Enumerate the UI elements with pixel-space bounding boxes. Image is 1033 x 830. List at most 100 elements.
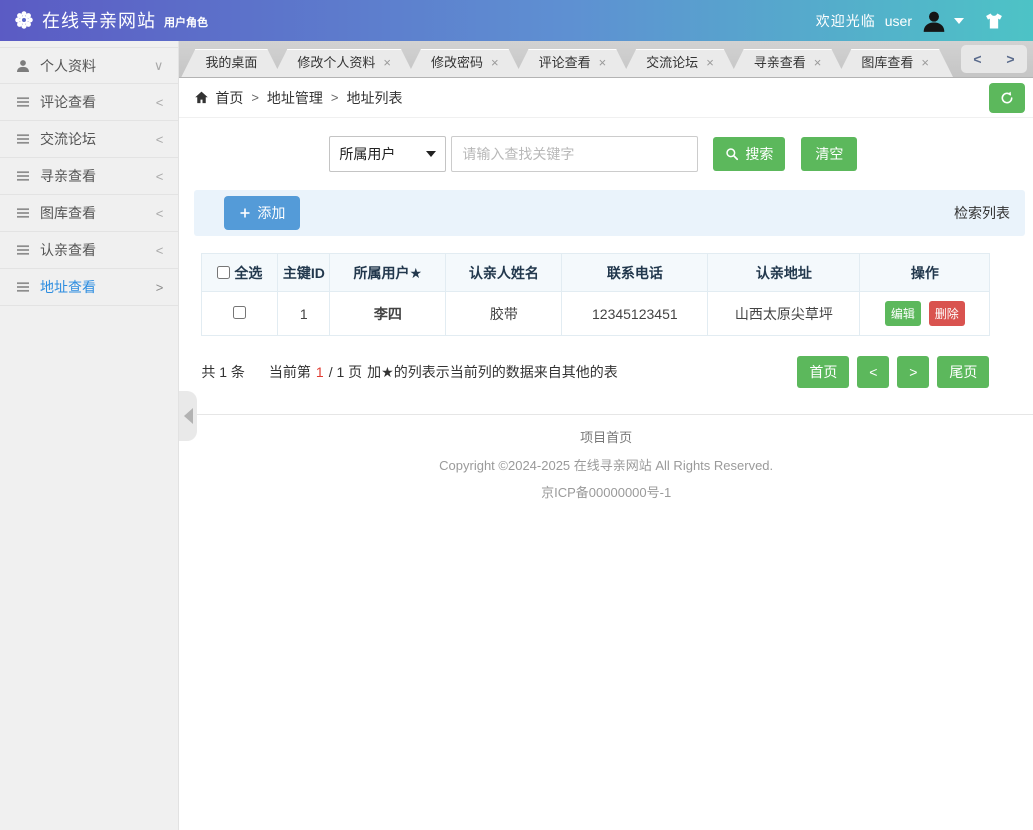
clear-button[interactable]: 清空 <box>801 137 857 171</box>
home-icon <box>194 90 209 105</box>
row-checkbox[interactable] <box>233 306 246 319</box>
tab-comments[interactable]: 评论查看 × <box>515 49 631 77</box>
cell-select <box>202 292 278 336</box>
toolbar-panel: 添加 检索列表 <box>194 190 1025 236</box>
sidebar-item-label: 寻亲查看 <box>40 166 96 186</box>
tab-bar: 我的桌面 修改个人资料 × 修改密码 × 评论查看 × <box>179 41 1033 78</box>
content-area: 我的桌面 修改个人资料 × 修改密码 × 评论查看 × <box>179 41 1033 830</box>
sidebar-item-label: 图库查看 <box>40 203 96 223</box>
tab-forum[interactable]: 交流论坛 × <box>622 49 738 77</box>
tab-scroll-left-icon[interactable]: < <box>973 51 981 67</box>
menu-icon <box>15 279 31 295</box>
collapse-left-icon <box>184 408 193 424</box>
search-icon <box>725 147 739 161</box>
copyright-text: Copyright ©2024-2025 在线寻亲网站 All Rights R… <box>179 455 1033 474</box>
breadcrumb-separator: > <box>331 90 339 105</box>
tab-scroll-arrows: < > <box>961 45 1027 73</box>
search-input[interactable] <box>451 136 698 172</box>
close-icon[interactable]: × <box>921 49 929 77</box>
sidebar-item-profile[interactable]: 个人资料 ∨ <box>0 47 178 84</box>
tab-label: 我的桌面 <box>205 49 257 77</box>
cell-owner-user: 李四 <box>330 292 446 336</box>
project-home-link[interactable]: 项目首页 <box>580 427 632 446</box>
sidebar-item-family-search[interactable]: 寻亲查看 < <box>0 158 178 195</box>
first-page-button[interactable]: 首页 <box>797 356 849 388</box>
filter-selected-value: 所属用户 <box>339 144 395 164</box>
app-header: 在线寻亲网站 用户角色 欢迎光临 user <box>0 0 1033 41</box>
sidebar-item-forum[interactable]: 交流论坛 < <box>0 121 178 158</box>
pagination: 共 1 条 当前第 1 / 1 页 加★的列表示当前列的数据来自其他的表 首页 … <box>201 356 989 388</box>
header-owner-user: 所属用户★ <box>330 254 446 292</box>
sidebar-item-label: 认亲查看 <box>40 240 96 260</box>
clothes-icon[interactable] <box>983 11 1005 31</box>
tab-edit-profile[interactable]: 修改个人资料 × <box>273 49 415 77</box>
chevron-left-icon: < <box>156 243 164 258</box>
tab-family-search[interactable]: 寻亲查看 × <box>730 49 846 77</box>
current-page-prefix: 当前第 <box>269 362 311 382</box>
plus-icon <box>239 207 251 219</box>
menu-icon <box>15 242 31 258</box>
app-role-subtitle: 用户角色 <box>164 16 208 31</box>
chevron-left-icon: < <box>156 132 164 147</box>
edit-button[interactable]: 编辑 <box>885 301 921 326</box>
tab-strip: 我的桌面 修改个人资料 × 修改密码 × 评论查看 × <box>181 49 953 77</box>
header-select-all: 全选 <box>202 254 278 292</box>
sidebar-item-recognition[interactable]: 认亲查看 < <box>0 232 178 269</box>
refresh-icon <box>999 90 1015 106</box>
chevron-left-icon: < <box>156 95 164 110</box>
header-relative-address: 认亲地址 <box>708 254 860 292</box>
sidebar-item-label: 评论查看 <box>40 92 96 112</box>
tab-label: 修改密码 <box>431 49 483 77</box>
breadcrumb-home[interactable]: 首页 <box>215 88 243 108</box>
close-icon[interactable]: × <box>814 49 822 77</box>
search-button[interactable]: 搜索 <box>713 137 785 171</box>
add-button-label: 添加 <box>257 203 285 223</box>
close-icon[interactable]: × <box>491 49 499 77</box>
sidebar-item-gallery[interactable]: 图库查看 < <box>0 195 178 232</box>
delete-button[interactable]: 删除 <box>929 301 965 326</box>
clear-button-label: 清空 <box>815 144 843 164</box>
menu-icon <box>15 205 31 221</box>
welcome-text: 欢迎光临 <box>816 11 876 31</box>
chevron-left-icon: < <box>156 206 164 221</box>
tab-label: 图库查看 <box>861 49 913 77</box>
close-icon[interactable]: × <box>383 49 391 77</box>
breadcrumb-separator: > <box>251 90 259 105</box>
sidebar-item-comments[interactable]: 评论查看 < <box>0 84 178 121</box>
menu-icon <box>15 131 31 147</box>
search-row: 所属用户 搜索 清空 <box>329 136 1033 172</box>
filter-field-select[interactable]: 所属用户 <box>329 136 446 172</box>
current-page-number: 1 <box>316 364 324 380</box>
refresh-button[interactable] <box>989 83 1025 113</box>
table-row: 1 李四 胶带 12345123451 山西太原尖草坪 编辑 删除 <box>202 292 990 336</box>
cell-relative-address: 山西太原尖草坪 <box>708 292 860 336</box>
sidebar-item-label: 交流论坛 <box>40 129 96 149</box>
close-icon[interactable]: × <box>599 49 607 77</box>
cell-primary-id: 1 <box>278 292 330 336</box>
last-page-button[interactable]: 尾页 <box>937 356 989 388</box>
app-title: 在线寻亲网站 <box>42 11 156 31</box>
breadcrumb-address-management: 地址管理 <box>267 88 323 108</box>
header-relative-name: 认亲人姓名 <box>446 254 562 292</box>
prev-page-button[interactable]: < <box>857 356 889 388</box>
close-icon[interactable]: × <box>706 49 714 77</box>
tab-my-desktop[interactable]: 我的桌面 <box>181 49 281 77</box>
tab-change-password[interactable]: 修改密码 × <box>407 49 523 77</box>
tab-label: 评论查看 <box>539 49 591 77</box>
avatar[interactable] <box>921 8 947 34</box>
brand: 在线寻亲网站 用户角色 <box>0 10 208 31</box>
table-header-row: 全选 主键ID 所属用户★ 认亲人姓名 联系电话 认亲地址 操作 <box>202 254 990 292</box>
header-contact-phone: 联系电话 <box>562 254 708 292</box>
tab-gallery[interactable]: 图库查看 × <box>837 49 953 77</box>
page-footer: 项目首页 Copyright ©2024-2025 在线寻亲网站 All Rig… <box>179 415 1033 501</box>
add-button[interactable]: 添加 <box>224 196 300 230</box>
menu-icon <box>15 94 31 110</box>
tab-scroll-right-icon[interactable]: > <box>1006 51 1014 67</box>
sidebar-collapse-handle[interactable] <box>179 391 197 441</box>
select-all-checkbox[interactable] <box>217 266 230 279</box>
chevron-down-icon[interactable] <box>954 18 964 24</box>
next-page-button[interactable]: > <box>897 356 929 388</box>
sidebar-item-label: 个人资料 <box>40 56 96 76</box>
star-note: 加★的列表示当前列的数据来自其他的表 <box>367 362 618 382</box>
sidebar-item-address[interactable]: 地址查看 > <box>0 269 178 306</box>
